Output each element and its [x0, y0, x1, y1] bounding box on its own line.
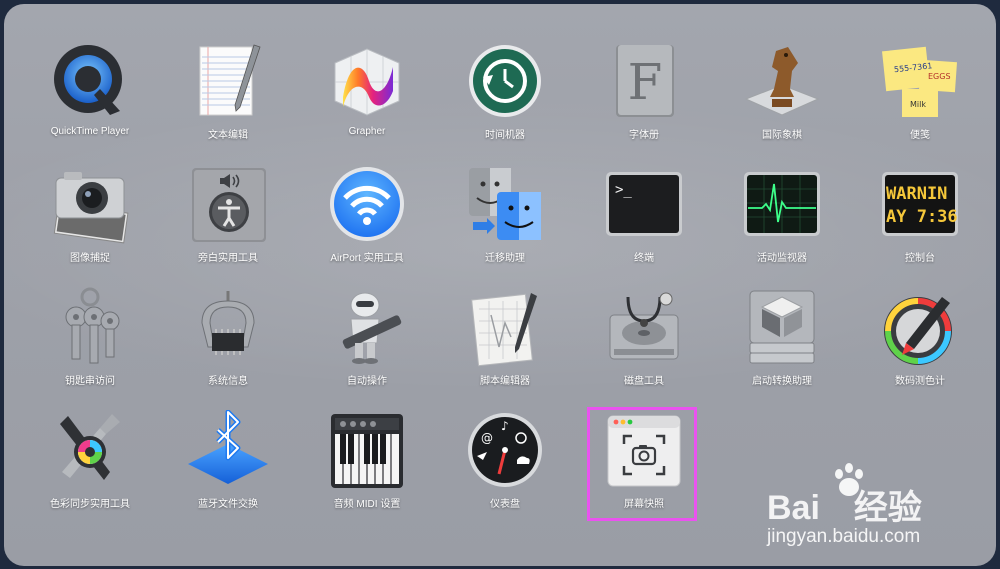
app-label: 旁白实用工具	[198, 253, 258, 264]
app-terminal[interactable]: >_ 终端	[574, 164, 714, 274]
app-label: 磁盘工具	[624, 376, 664, 387]
system-information-icon	[188, 287, 268, 367]
app-automator[interactable]: 自动操作	[297, 287, 437, 397]
svg-text:F: F	[628, 53, 663, 111]
app-label: 数码测色计	[895, 376, 945, 387]
svg-text:AY 7:36: AY 7:36	[886, 207, 958, 227]
app-colorsync-utility[interactable]: 色彩同步实用工具	[20, 410, 160, 520]
app-label: 系统信息	[208, 376, 248, 387]
chess-icon	[742, 41, 822, 121]
voiceover-utility-icon	[188, 164, 268, 244]
colorsync-utility-icon	[50, 410, 130, 490]
console-icon: WARNIN AY 7:36	[880, 164, 960, 244]
app-image-capture[interactable]: 图像捕捉	[20, 164, 160, 274]
app-label: 控制台	[905, 253, 935, 264]
quicktime-icon	[50, 41, 130, 121]
dashboard-icon: @ ♪	[465, 410, 545, 490]
selection-highlight	[587, 407, 697, 521]
app-dashboard[interactable]: @ ♪ 仪表盘	[435, 410, 575, 520]
audio-midi-setup-icon	[327, 410, 407, 490]
app-label: 仪表盘	[490, 499, 520, 510]
app-voiceover-utility[interactable]: 旁白实用工具	[158, 164, 298, 274]
app-label: 钥匙串访问	[65, 376, 115, 387]
grapher-icon	[327, 41, 407, 121]
svg-text:Milk: Milk	[910, 100, 926, 109]
app-system-information[interactable]: 系统信息	[158, 287, 298, 397]
app-stickies[interactable]: 555-7361 EGGS Milk 便笺	[850, 41, 990, 151]
stickies-icon: 555-7361 EGGS Milk	[880, 41, 960, 121]
app-label: 活动监视器	[757, 253, 807, 264]
app-activity-monitor[interactable]: 活动监视器	[712, 164, 852, 274]
activity-monitor-icon	[742, 164, 822, 244]
svg-text:♪: ♪	[501, 419, 509, 433]
app-label: 色彩同步实用工具	[50, 499, 130, 510]
app-label: 脚本编辑器	[480, 376, 530, 387]
boot-camp-assistant-icon	[742, 287, 822, 367]
time-machine-icon	[465, 41, 545, 121]
app-boot-camp-assistant[interactable]: 启动转换助理	[712, 287, 852, 397]
font-book-icon: F	[604, 41, 684, 121]
keychain-access-icon	[50, 287, 130, 367]
app-label: 自动操作	[347, 376, 387, 387]
automator-icon	[327, 287, 407, 367]
app-label: 迁移助理	[485, 253, 525, 264]
app-script-editor[interactable]: 脚本编辑器	[435, 287, 575, 397]
app-bluetooth-file-exchange[interactable]: 蓝牙文件交换	[158, 410, 298, 520]
app-label: 国际象棋	[762, 130, 802, 141]
app-airport-utility[interactable]: AirPort 实用工具	[297, 164, 437, 274]
textedit-icon	[188, 41, 268, 121]
airport-utility-icon	[327, 164, 407, 244]
launchpad-folder: QuickTime Player 文本编辑 Grapher 时间机器 F 字体册…	[4, 4, 996, 566]
app-label: 字体册	[629, 130, 659, 141]
app-quicktime-player[interactable]: QuickTime Player	[20, 41, 160, 151]
svg-text:EGGS: EGGS	[928, 72, 951, 81]
app-audio-midi-setup[interactable]: 音频 MIDI 设置	[297, 410, 437, 520]
app-label: 文本编辑	[208, 130, 248, 141]
svg-text:@: @	[481, 431, 493, 445]
app-label: Grapher	[348, 126, 386, 137]
terminal-icon: >_	[604, 164, 684, 244]
app-label: AirPort 实用工具	[330, 253, 404, 264]
app-migration-assistant[interactable]: 迁移助理	[435, 164, 575, 274]
svg-text:WARNIN: WARNIN	[886, 184, 947, 204]
app-grapher[interactable]: Grapher	[297, 41, 437, 151]
migration-assistant-icon	[465, 164, 545, 244]
app-label: QuickTime Player	[50, 126, 130, 137]
app-label: 音频 MIDI 设置	[333, 499, 401, 510]
app-console[interactable]: WARNIN AY 7:36 控制台	[850, 164, 990, 274]
app-label: 便笺	[910, 130, 930, 141]
app-chess[interactable]: 国际象棋	[712, 41, 852, 151]
script-editor-icon	[465, 287, 545, 367]
app-label: 图像捕捉	[70, 253, 110, 264]
image-capture-icon	[50, 164, 130, 244]
app-label: 时间机器	[485, 130, 525, 141]
app-textedit[interactable]: 文本编辑	[158, 41, 298, 151]
app-label: 蓝牙文件交换	[198, 499, 258, 510]
app-font-book[interactable]: F 字体册	[574, 41, 714, 151]
app-label: 终端	[634, 253, 654, 264]
app-label: 启动转换助理	[752, 376, 812, 387]
app-keychain-access[interactable]: 钥匙串访问	[20, 287, 160, 397]
digital-color-meter-icon	[880, 287, 960, 367]
svg-text:>_: >_	[615, 182, 632, 198]
app-digital-color-meter[interactable]: 数码测色计	[850, 287, 990, 397]
app-disk-utility[interactable]: 磁盘工具	[574, 287, 714, 397]
disk-utility-icon	[604, 287, 684, 367]
bluetooth-file-exchange-icon	[188, 410, 268, 490]
app-time-machine[interactable]: 时间机器	[435, 41, 575, 151]
